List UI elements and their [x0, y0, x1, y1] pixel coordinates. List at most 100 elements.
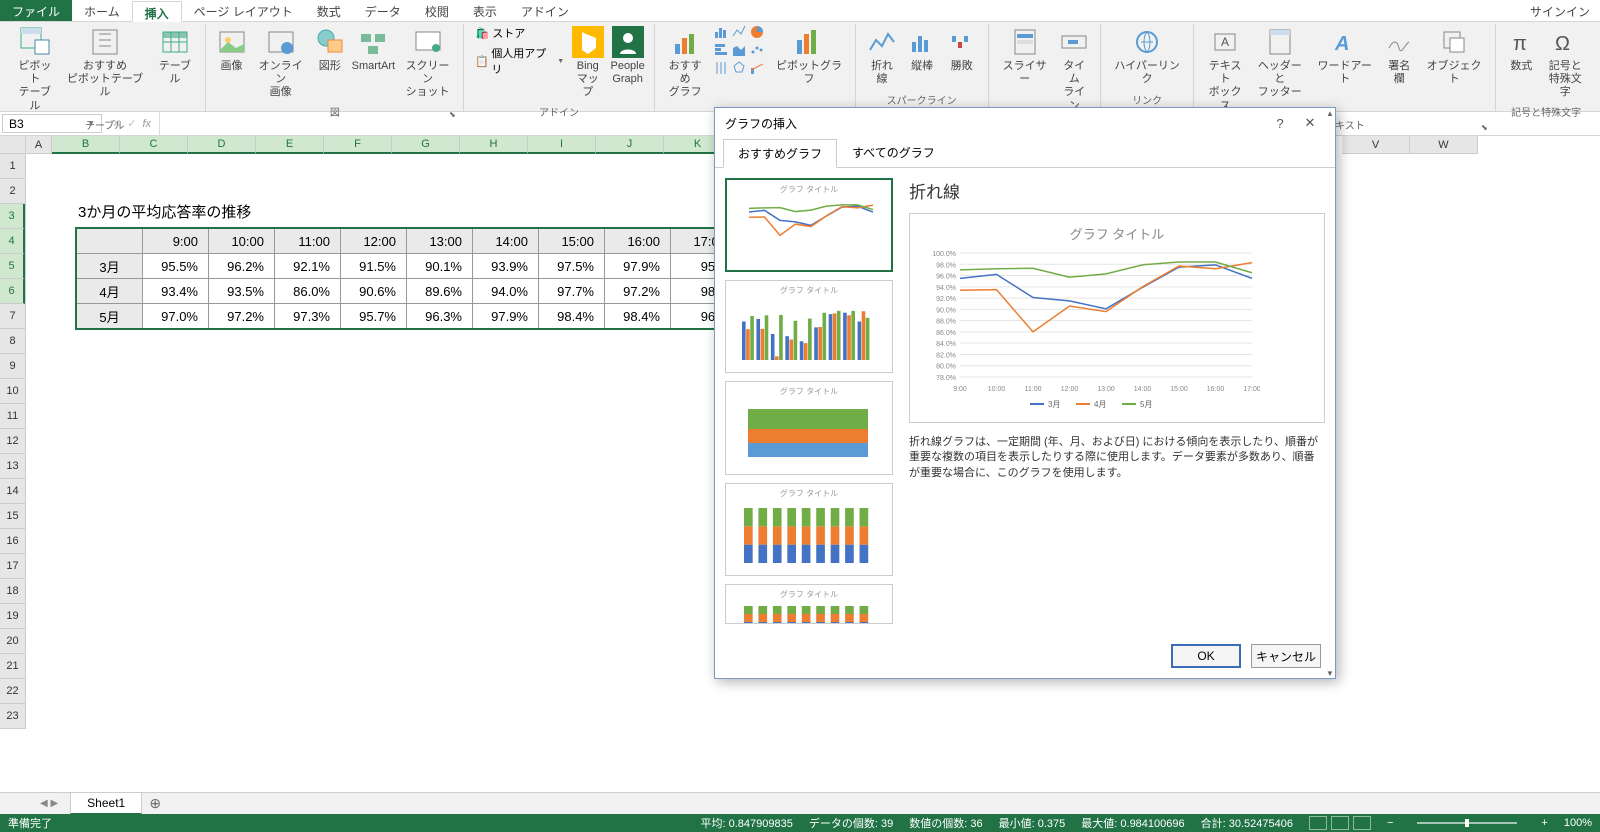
- zoom-in-button[interactable]: +: [1541, 817, 1547, 829]
- tab-view[interactable]: 表示: [461, 0, 509, 21]
- help-icon[interactable]: ?: [1265, 116, 1295, 131]
- launcher-icon[interactable]: ⬊: [447, 110, 457, 120]
- column-chart-icon[interactable]: [713, 24, 729, 40]
- close-icon[interactable]: ✕: [1295, 115, 1325, 131]
- bar-chart-icon[interactable]: [713, 42, 729, 58]
- tab-addin[interactable]: アドイン: [509, 0, 581, 21]
- row-header[interactable]: 17: [0, 554, 25, 579]
- slicer-button[interactable]: スライサー: [995, 24, 1055, 88]
- row-header[interactable]: 5: [0, 254, 25, 279]
- column-header[interactable]: V: [1342, 136, 1410, 154]
- row-header[interactable]: 19: [0, 604, 25, 629]
- thumb-line-chart[interactable]: グラフ タイトル: [725, 178, 893, 272]
- tab-review[interactable]: 校閲: [413, 0, 461, 21]
- row-header[interactable]: 2: [0, 179, 25, 204]
- row-header[interactable]: 9: [0, 354, 25, 379]
- row-header[interactable]: 14: [0, 479, 25, 504]
- add-sheet-button[interactable]: ⊕: [144, 795, 166, 812]
- wordart-button[interactable]: Aワードアート: [1310, 24, 1380, 88]
- row-header[interactable]: 15: [0, 504, 25, 529]
- column-header[interactable]: W: [1410, 136, 1478, 154]
- row-header[interactable]: 6: [0, 279, 25, 304]
- sheet-tab[interactable]: Sheet1: [70, 792, 142, 815]
- radar-chart-icon[interactable]: [731, 60, 747, 76]
- row-header[interactable]: 16: [0, 529, 25, 554]
- object-button[interactable]: オブジェクト: [1419, 24, 1489, 88]
- signin-link[interactable]: サインイン: [1520, 0, 1600, 21]
- column-header[interactable]: D: [188, 136, 256, 154]
- row-header[interactable]: 18: [0, 579, 25, 604]
- symbol-button[interactable]: Ω記号と 特殊文字: [1540, 24, 1590, 102]
- sparkline-line-button[interactable]: 折れ線: [862, 24, 903, 88]
- row-header[interactable]: 22: [0, 679, 25, 704]
- image-button[interactable]: 画像: [212, 24, 250, 75]
- line-chart-icon[interactable]: [731, 24, 747, 40]
- table-button[interactable]: テーブル: [150, 24, 199, 88]
- view-normal-button[interactable]: [1309, 816, 1327, 830]
- zoom-out-button[interactable]: −: [1387, 817, 1393, 829]
- thumb-100-stacked-column[interactable]: グラフ タイトル: [725, 584, 893, 624]
- stock-chart-icon[interactable]: [713, 60, 729, 76]
- zoom-slider[interactable]: [1417, 822, 1517, 824]
- column-header[interactable]: J: [596, 136, 664, 154]
- area-chart-icon[interactable]: [731, 42, 747, 58]
- column-header[interactable]: C: [120, 136, 188, 154]
- sparkline-column-button[interactable]: 縦棒: [902, 24, 942, 75]
- online-image-button[interactable]: オンライン 画像: [251, 24, 311, 102]
- pivot-table-button[interactable]: ピボット テーブル: [10, 24, 60, 115]
- tab-insert[interactable]: 挿入: [132, 1, 182, 22]
- pivot-chart-button[interactable]: ピボットグラフ: [769, 24, 848, 88]
- row-header[interactable]: 13: [0, 454, 25, 479]
- tab-file[interactable]: ファイル: [0, 0, 72, 21]
- sheet-nav[interactable]: ◀ ▶: [30, 798, 68, 809]
- thumb-stacked-column[interactable]: グラフ タイトル: [725, 483, 893, 576]
- tab-formulas[interactable]: 数式: [305, 0, 353, 21]
- thumb-stacked-area[interactable]: グラフ タイトル: [725, 381, 893, 474]
- hyperlink-button[interactable]: ハイパーリンク: [1107, 24, 1188, 88]
- tab-all-charts[interactable]: すべてのグラフ: [837, 138, 950, 167]
- view-page-layout-button[interactable]: [1331, 816, 1349, 830]
- tab-recommended-charts[interactable]: おすすめグラフ: [723, 139, 837, 168]
- bing-maps-button[interactable]: Bing マップ: [568, 24, 607, 102]
- tab-home[interactable]: ホーム: [72, 0, 132, 21]
- pie-chart-icon[interactable]: [749, 24, 765, 40]
- my-apps-button[interactable]: 📋個人用アプリ▼: [474, 44, 564, 78]
- row-header[interactable]: 8: [0, 329, 25, 354]
- people-graph-button[interactable]: People Graph: [607, 24, 647, 88]
- row-header[interactable]: 20: [0, 629, 25, 654]
- tab-page-layout[interactable]: ページ レイアウト: [182, 0, 305, 21]
- row-header[interactable]: 23: [0, 704, 25, 729]
- screenshot-button[interactable]: スクリーン ショット: [398, 24, 457, 102]
- row-header[interactable]: 12: [0, 429, 25, 454]
- column-header[interactable]: A: [26, 136, 52, 154]
- smartart-button[interactable]: SmartArt: [349, 24, 398, 75]
- column-header[interactable]: E: [256, 136, 324, 154]
- row-header[interactable]: 1: [0, 154, 25, 179]
- ok-button[interactable]: OK: [1171, 644, 1241, 668]
- dialog-titlebar[interactable]: グラフの挿入 ? ✕: [715, 108, 1335, 138]
- thumb-clustered-column[interactable]: グラフ タイトル: [725, 280, 893, 373]
- row-header[interactable]: 7: [0, 304, 25, 329]
- launcher-icon[interactable]: ⬊: [1479, 123, 1489, 133]
- shapes-button[interactable]: 図形: [311, 24, 349, 75]
- row-header[interactable]: 4: [0, 229, 25, 254]
- combo-chart-icon[interactable]: [749, 60, 765, 76]
- tab-data[interactable]: データ: [353, 0, 413, 21]
- column-header[interactable]: B: [52, 136, 120, 154]
- row-header[interactable]: 21: [0, 654, 25, 679]
- view-page-break-button[interactable]: [1353, 816, 1371, 830]
- signature-button[interactable]: 署名欄: [1380, 24, 1419, 88]
- sparkline-winloss-button[interactable]: 勝敗: [942, 24, 982, 75]
- column-header[interactable]: I: [528, 136, 596, 154]
- row-header[interactable]: 10: [0, 379, 25, 404]
- textbox-button[interactable]: Aテキスト ボックス: [1200, 24, 1249, 115]
- header-footer-button[interactable]: ヘッダーと フッター: [1250, 24, 1310, 102]
- equation-button[interactable]: π数式: [1502, 24, 1540, 75]
- column-header[interactable]: G: [392, 136, 460, 154]
- recommended-charts-button[interactable]: おすすめ グラフ: [661, 24, 710, 102]
- recommended-pivot-button[interactable]: おすすめ ピボットテーブル: [60, 24, 151, 102]
- cancel-button[interactable]: キャンセル: [1251, 644, 1321, 668]
- column-header[interactable]: H: [460, 136, 528, 154]
- row-header[interactable]: 11: [0, 404, 25, 429]
- store-button[interactable]: 🛍️ストア: [474, 24, 564, 42]
